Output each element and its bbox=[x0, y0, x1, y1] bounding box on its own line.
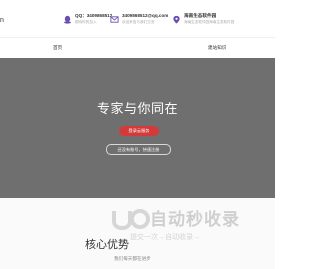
watermark-logo-icon bbox=[112, 209, 150, 231]
nav-item-knowledge[interactable]: 建站知识 bbox=[208, 45, 226, 51]
qq-icon bbox=[64, 15, 71, 24]
contact-qq: QQ：3409868512 期待你的加入 bbox=[63, 12, 112, 25]
top-contact-bar: n QQ：3409868512 期待你的加入 3409868512@qq.com… bbox=[0, 0, 275, 38]
location-name: 海南生态软件园 bbox=[184, 13, 217, 18]
site-logo[interactable]: n bbox=[0, 17, 4, 24]
watermark-title: 自动秒收录 bbox=[150, 210, 240, 229]
contact-email: 3409868512@qq.com 欢迎来信与我们交流 bbox=[110, 12, 168, 25]
contact-location: 海南生态软件园 海南生态软件园海南生态软件园 bbox=[172, 12, 234, 25]
hero-title: 专家与你同在 bbox=[96, 101, 178, 116]
nav-item-home[interactable]: 首页 bbox=[53, 45, 62, 51]
location-icon bbox=[173, 15, 180, 24]
login-button[interactable]: 登录云服务 bbox=[119, 126, 159, 136]
watermark: 自动秒收录 提交一次→自动收录→ bbox=[110, 205, 260, 255]
qq-number: QQ：3409868512 bbox=[75, 13, 113, 18]
email-caption: 欢迎来信与我们交流 bbox=[122, 20, 155, 24]
email-address: 3409868512@qq.com bbox=[122, 13, 169, 18]
watermark-slogan: 提交一次→自动收录→ bbox=[130, 234, 200, 241]
mail-icon bbox=[110, 16, 119, 23]
location-caption: 海南生态软件园海南生态软件园 bbox=[184, 20, 235, 24]
section-subheading: 我们每天都在进步 bbox=[114, 256, 151, 261]
register-button[interactable]: 还没有账号，快速注册 bbox=[106, 144, 171, 155]
qq-caption: 期待你的加入 bbox=[75, 20, 97, 24]
hero-banner: 专家与你同在 登录云服务 还没有账号，快速注册 bbox=[0, 58, 275, 198]
main-nav: 首页 建站知识 bbox=[0, 38, 275, 58]
